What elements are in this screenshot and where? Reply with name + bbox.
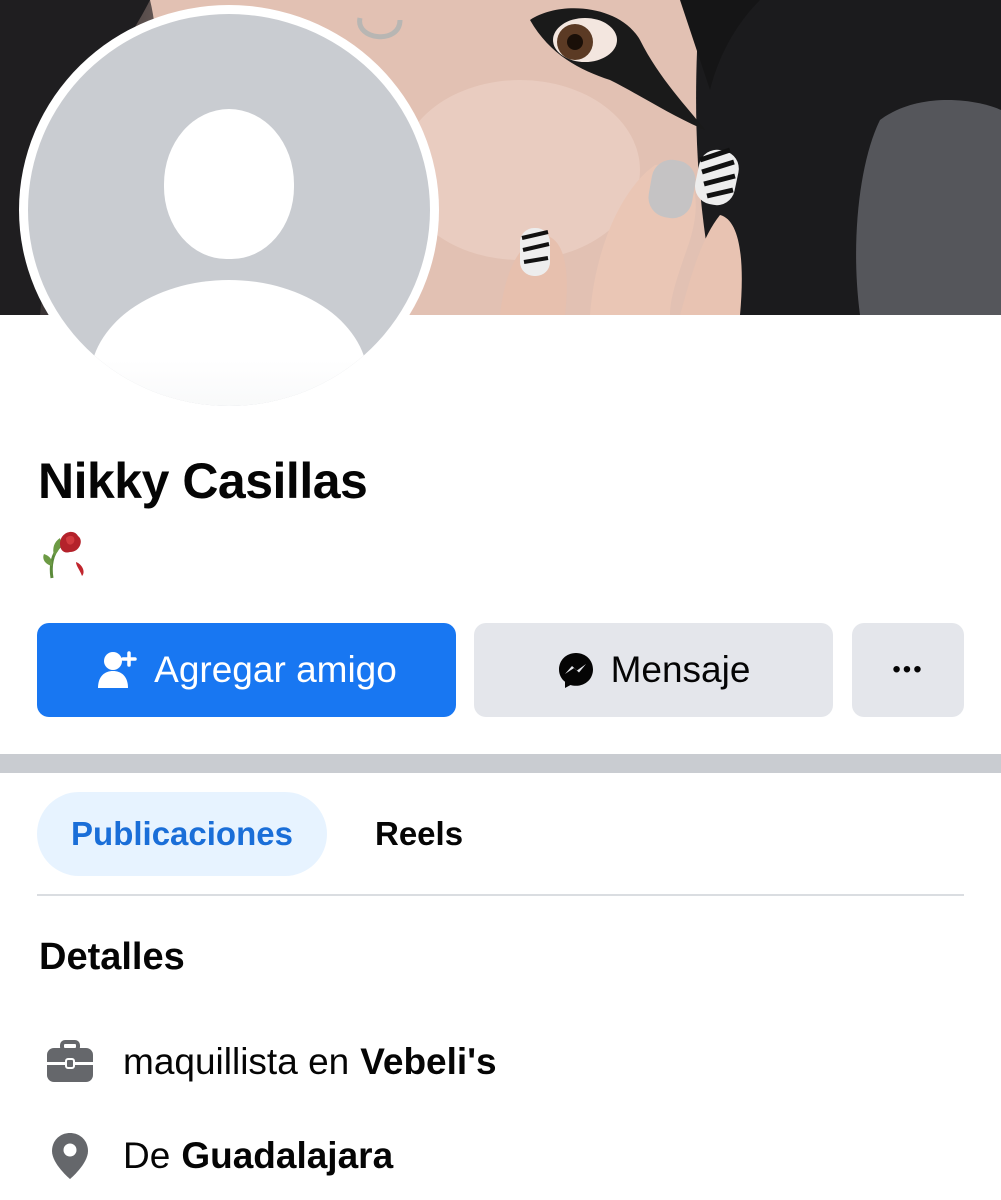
tab-reels[interactable]: Reels <box>375 792 463 876</box>
more-options-label: ••• <box>892 656 924 683</box>
tab-posts-label: Publicaciones <box>71 815 293 852</box>
location-pin-icon <box>44 1130 96 1182</box>
work-prefix: maquillista en <box>123 1041 350 1082</box>
tabs-divider <box>37 894 964 896</box>
messenger-icon <box>557 651 595 689</box>
section-divider <box>0 754 1001 773</box>
add-friend-icon <box>96 650 138 690</box>
briefcase-icon <box>44 1036 96 1088</box>
default-avatar-body <box>90 280 368 406</box>
work-place[interactable]: Vebeli's <box>360 1041 496 1083</box>
detail-work: maquillista en Vebeli's <box>44 1034 497 1090</box>
message-button[interactable]: Mensaje <box>474 623 833 717</box>
tab-reels-label: Reels <box>375 815 464 852</box>
tab-posts[interactable]: Publicaciones <box>37 792 327 876</box>
wilted-rose-emoji <box>38 526 92 580</box>
details-heading: Detalles <box>39 936 185 978</box>
profile-picture[interactable] <box>28 14 430 406</box>
detail-hometown: De Guadalajara <box>44 1128 393 1184</box>
more-options-button[interactable]: ••• <box>852 623 964 717</box>
profile-name: Nikky Casillas <box>38 453 368 509</box>
hometown-prefix: De <box>123 1135 171 1176</box>
default-avatar-head <box>164 109 294 259</box>
add-friend-label: Agregar amigo <box>154 649 397 690</box>
add-friend-button[interactable]: Agregar amigo <box>37 623 456 717</box>
message-label: Mensaje <box>610 649 751 690</box>
hometown-place[interactable]: Guadalajara <box>181 1135 393 1177</box>
